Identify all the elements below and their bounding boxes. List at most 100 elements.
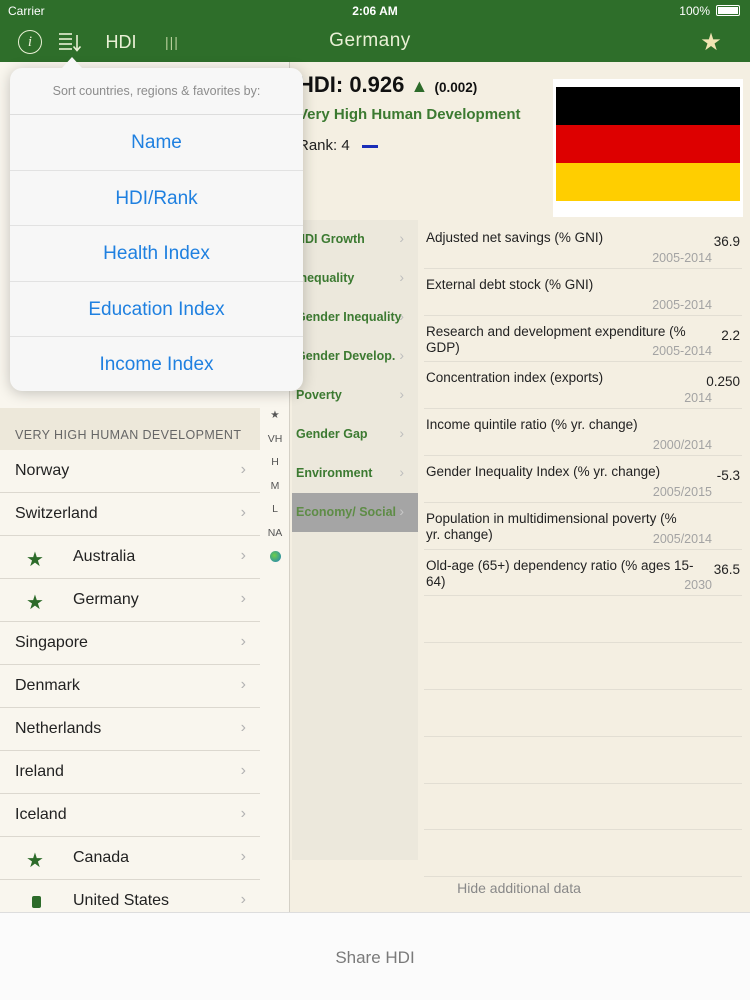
chevron-right-icon: › <box>240 805 246 822</box>
country-name: United States <box>73 892 170 909</box>
rank-row: Rank: 4 <box>298 137 378 154</box>
category-label: Gender Develop. <box>296 349 396 363</box>
index-entry[interactable]: NA <box>261 522 289 546</box>
globe-icon[interactable] <box>261 545 289 569</box>
chevron-right-icon: › <box>240 676 246 693</box>
empty-row <box>424 830 742 878</box>
indicator-value: 36.9 <box>713 234 740 249</box>
hide-additional-data-button[interactable]: Hide additional data <box>290 880 748 896</box>
section-index[interactable]: ★ VH H M L NA <box>261 404 289 569</box>
country-detail: HDI: 0.926 ▲ (0.002) Very High Human Dev… <box>290 62 750 912</box>
sort-option[interactable]: Name <box>10 115 303 171</box>
country-row[interactable]: ★ Australia › <box>0 536 260 579</box>
indicator-years: 2005/2014 <box>652 531 712 546</box>
country-row[interactable]: Denmark › <box>0 665 260 708</box>
country-name: Iceland <box>15 806 67 823</box>
chevron-right-icon: › <box>399 269 404 285</box>
flag-stripe-red <box>556 125 740 163</box>
chevron-right-icon: › <box>240 762 246 779</box>
indicator-row: Research and development expenditure (% … <box>424 316 742 363</box>
category-label: Economy/ Social <box>296 505 397 519</box>
indicator-years: 2030 <box>684 578 712 593</box>
navigation-bar: Carrier 2:06 AM 100% i HDI ||| Germany ★ <box>0 0 750 62</box>
category-list: HDI Growth › Inequality › Gender Inequality ›… <box>292 220 418 860</box>
country-row[interactable]: United States › <box>0 880 260 912</box>
chevron-right-icon: › <box>399 464 404 480</box>
index-entry[interactable]: M <box>261 475 289 499</box>
country-row[interactable]: Ireland › <box>0 751 260 794</box>
country-row[interactable]: Singapore › <box>0 622 260 665</box>
flag-stripe-black <box>556 87 740 125</box>
category-item[interactable]: Gender Inequality › <box>292 298 418 337</box>
category-item[interactable]: Poverty › <box>292 376 418 415</box>
index-entry[interactable]: H <box>261 451 289 475</box>
chevron-right-icon: › <box>399 503 404 519</box>
indicator-row: Adjusted net savings (% GNI) 36.9 2005-201… <box>424 222 742 269</box>
chevron-right-icon: › <box>240 891 246 908</box>
category-item[interactable]: Gender Gap › <box>292 415 418 454</box>
battery-icon <box>716 5 740 16</box>
rank-unchanged-icon <box>361 144 378 148</box>
empty-row <box>424 596 742 644</box>
country-name: Germany <box>73 591 139 608</box>
country-flag <box>553 79 743 217</box>
country-row[interactable]: Norway › <box>0 450 260 493</box>
flag-icon <box>32 896 41 908</box>
category-item[interactable]: Economy/ Social › <box>292 493 418 532</box>
indicator-label: Old-age (65+) dependency ratio (% ages 1… <box>426 557 694 589</box>
indicator-row: Concentration index (exports) 0.250 2014 <box>424 362 742 410</box>
sort-option[interactable]: Income Index <box>10 337 303 391</box>
category-item[interactable]: Environment › <box>292 454 418 493</box>
nav-title: Germany <box>329 30 411 51</box>
indicator-row: Income quintile ratio (% yr. change) 2000… <box>424 409 742 456</box>
category-label: Environment <box>296 466 373 480</box>
empty-row <box>424 690 742 737</box>
chevron-right-icon: › <box>240 504 246 521</box>
category-label: Poverty <box>296 388 342 402</box>
sort-hint: Sort countries, regions & favorites by: <box>10 68 303 115</box>
favorite-star-icon: ★ <box>26 549 44 571</box>
indicator-years: 2005/2015 <box>652 484 712 499</box>
country-name: Australia <box>73 548 136 565</box>
empty-row <box>424 737 742 784</box>
chevron-right-icon: › <box>399 386 404 402</box>
sort-option[interactable]: Education Index <box>10 282 303 337</box>
country-row[interactable]: ★ Germany › <box>0 579 260 622</box>
index-entry[interactable]: L <box>261 498 289 522</box>
country-row[interactable]: Switzerland › <box>0 493 260 536</box>
category-label: Inequality <box>296 271 355 285</box>
battery-percent: 100% <box>679 4 710 18</box>
share-hdi-button[interactable]: Share HDI <box>335 948 414 968</box>
indicator-years: 2014 <box>684 391 712 406</box>
chevron-right-icon: › <box>399 230 404 246</box>
hdi-change: (0.002) <box>434 80 478 95</box>
category-label: HDI Growth <box>296 232 365 246</box>
empty-row <box>424 643 742 690</box>
category-label: Gender Gap <box>296 427 368 441</box>
empty-row <box>424 784 742 831</box>
indicator-label: External debt stock (% GNI) <box>426 276 594 292</box>
category-item[interactable]: Inequality › <box>292 259 418 298</box>
category-item[interactable]: Gender Develop. › <box>292 337 418 376</box>
indicator-label: Adjusted net savings (% GNI) <box>426 230 604 245</box>
favorite-star-icon[interactable]: ★ <box>698 29 724 56</box>
flag-stripe-gold <box>556 163 740 201</box>
chevron-right-icon: › <box>399 347 404 363</box>
sort-option[interactable]: Health Index <box>10 226 303 282</box>
country-row[interactable]: Iceland › <box>0 794 260 837</box>
country-row[interactable]: Netherlands › <box>0 708 260 751</box>
country-name: Ireland <box>15 763 64 780</box>
indicator-years: 2005-2014 <box>652 250 712 265</box>
index-entry[interactable]: ★ <box>261 404 289 428</box>
category-item[interactable]: HDI Growth › <box>292 220 418 259</box>
country-name: Switzerland <box>15 505 98 522</box>
category-label: Gender Inequality <box>296 310 402 324</box>
indicator-row: Gender Inequality Index (% yr. change) -5… <box>424 456 742 503</box>
country-list: Norway › Switzerland › ★ Australia › ★ Germany › S… <box>0 450 260 912</box>
country-row[interactable]: ★ Canada › <box>0 837 260 880</box>
rank-label: Rank: 4 <box>298 137 350 154</box>
indicator-list: Adjusted net savings (% GNI) 36.9 2005-201… <box>424 222 742 878</box>
index-entry[interactable]: VH <box>261 428 289 452</box>
sort-option[interactable]: HDI/Rank <box>10 171 303 226</box>
country-name: Netherlands <box>15 720 102 737</box>
